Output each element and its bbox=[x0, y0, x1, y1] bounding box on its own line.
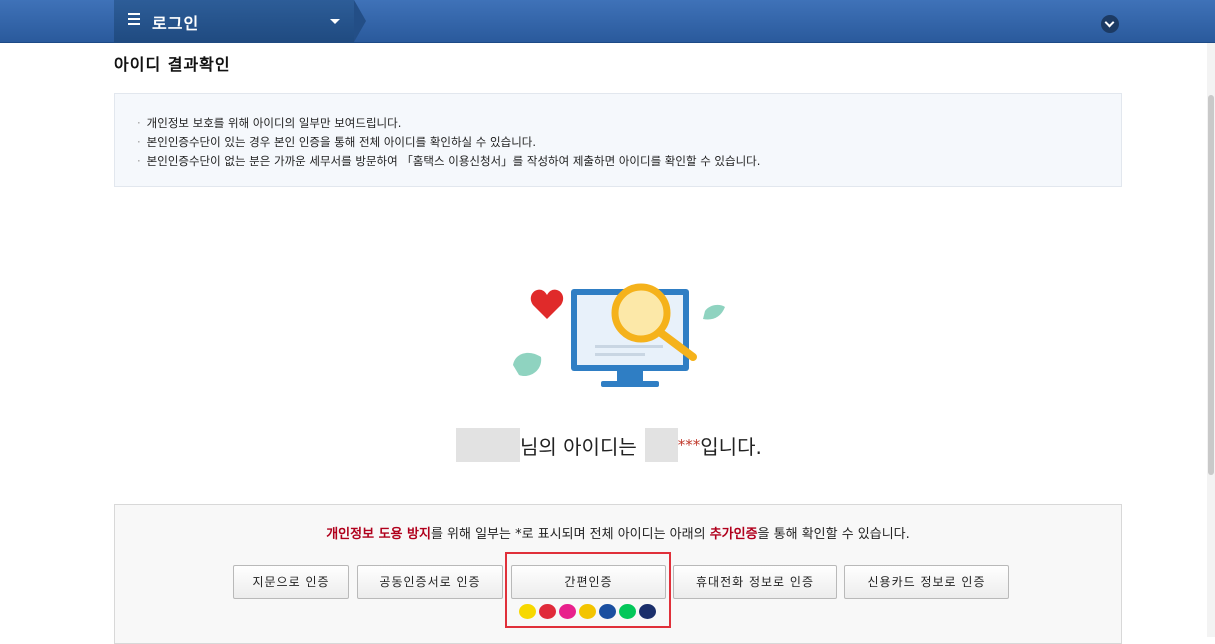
masked-id-prefix bbox=[644, 428, 678, 462]
scrollbar[interactable] bbox=[1207, 43, 1215, 637]
heart-icon bbox=[530, 289, 564, 319]
auth-message-highlight: 개인정보 도용 방지 bbox=[326, 527, 431, 542]
pass-icon bbox=[559, 604, 576, 619]
masked-user-name bbox=[456, 428, 520, 462]
collapse-chevron-icon[interactable] bbox=[1101, 15, 1119, 33]
payco-icon bbox=[539, 604, 556, 619]
toss-icon bbox=[639, 604, 656, 619]
id-search-illustration bbox=[513, 283, 725, 387]
leaf-icon bbox=[513, 352, 542, 377]
simple-auth-provider-icons bbox=[519, 604, 656, 619]
credit-card-auth-button[interactable]: 신용카드 정보로 인증 bbox=[844, 565, 1009, 599]
login-menu-tab[interactable]: 로그인 bbox=[114, 0, 366, 43]
auth-message-highlight: 추가인증 bbox=[709, 527, 758, 542]
result-text-end: 입니다. bbox=[700, 434, 762, 459]
naver-icon bbox=[619, 604, 636, 619]
hamburger-icon[interactable] bbox=[128, 13, 140, 29]
notice-item: 본인인증수단이 있는 경우 본인 인증을 통해 전체 아이디를 확인하실 수 있… bbox=[137, 133, 1121, 152]
notice-item: 개인정보 보호를 위해 아이디의 일부만 보여드립니다. bbox=[137, 114, 1121, 133]
kakao-icon bbox=[519, 604, 536, 619]
samsung-pass-icon bbox=[599, 604, 616, 619]
auth-message-text: 를 위해 일부는 *로 표시되며 전체 아이디는 아래의 bbox=[430, 527, 710, 542]
result-line: 님의 아이디는 *** 입니다. bbox=[456, 428, 762, 462]
top-nav-bar: 로그인 bbox=[0, 0, 1215, 43]
masked-id-stars: *** bbox=[677, 436, 701, 454]
additional-auth-message: 개인정보 도용 방지를 위해 일부는 *로 표시되며 전체 아이디는 아래의 추… bbox=[115, 523, 1121, 542]
kb-icon bbox=[579, 604, 596, 619]
menu-title: 로그인 bbox=[152, 14, 200, 33]
leaf-icon bbox=[703, 304, 725, 320]
auth-message-text: 을 통해 확인할 수 있습니다. bbox=[757, 527, 910, 542]
result-text-mid: 님의 아이디는 bbox=[520, 434, 637, 459]
scrollbar-thumb[interactable] bbox=[1208, 95, 1214, 475]
chevron-down-icon[interactable] bbox=[330, 19, 340, 24]
certificate-auth-button[interactable]: 공동인증서로 인증 bbox=[357, 565, 503, 599]
page-title: 아이디 결과확인 bbox=[114, 55, 231, 74]
fingerprint-auth-button[interactable]: 지문으로 인증 bbox=[233, 565, 349, 599]
notice-item: 본인인증수단이 없는 분은 가까운 세무서를 방문하여 「홈택스 이용신청서」를… bbox=[137, 152, 1121, 171]
phone-auth-button[interactable]: 휴대전화 정보로 인증 bbox=[673, 565, 837, 599]
notice-box: 개인정보 보호를 위해 아이디의 일부만 보여드립니다. 본인인증수단이 있는 … bbox=[114, 93, 1122, 187]
